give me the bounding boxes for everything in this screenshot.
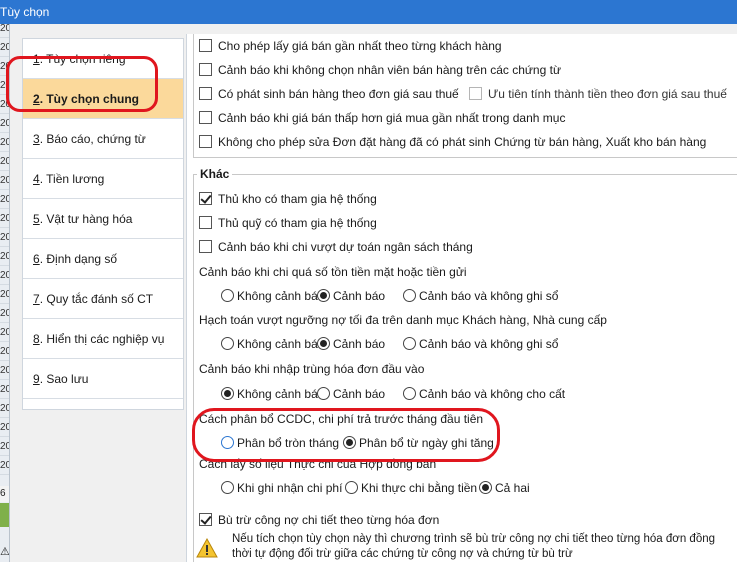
allocation-from-date[interactable]: Phân bổ từ ngày ghi tăng	[343, 434, 494, 452]
radio[interactable]	[221, 289, 234, 302]
nav-item-inventory[interactable]: 5. Vật tư hàng hóa	[23, 199, 183, 239]
allocation-full-month[interactable]: Phân bổ tròn tháng	[221, 434, 339, 452]
radio[interactable]	[317, 337, 330, 350]
warning-icon	[196, 538, 218, 558]
checkbox[interactable]	[199, 87, 212, 100]
background-window-strip: 20 20 20 20 20 20 20 20 20 20 20 20 20 2…	[0, 0, 10, 562]
bg-cell: 20	[0, 228, 9, 247]
invoice-warning-label: Cảnh báo khi nhập trùng hóa đơn đầu vào	[199, 362, 425, 376]
bg-cell: 20	[0, 190, 9, 209]
radio[interactable]	[221, 436, 234, 449]
bg-cell: 20	[0, 456, 9, 475]
debt-warning-warn[interactable]: Cảnh báo	[317, 335, 385, 353]
option-cashier-in-system[interactable]: Thủ quỹ có tham gia hệ thống	[199, 214, 377, 232]
cash-warning-block[interactable]: Cảnh báo và không ghi sổ	[403, 287, 558, 305]
bg-cell: 20	[0, 418, 9, 437]
checkbox[interactable]	[199, 63, 212, 76]
debt-warning-label: Hạch toán vượt ngưỡng nợ tối đa trên dan…	[199, 313, 607, 327]
radio[interactable]	[403, 337, 416, 350]
option-storekeeper-in-system[interactable]: Thủ kho có tham gia hệ thống	[199, 190, 377, 208]
radio[interactable]	[221, 481, 234, 494]
nav-item-personal[interactable]: 1. Tùy chọn riêng	[23, 39, 183, 79]
radio[interactable]	[317, 289, 330, 302]
bg-cell: 20	[0, 171, 9, 190]
nav-item-reports[interactable]: 3. Báo cáo, chứng từ	[23, 119, 183, 159]
bg-cell: 20	[0, 38, 9, 57]
contract-on-expense[interactable]: Khi ghi nhận chi phí	[221, 479, 342, 497]
options-dialog: 1. Tùy chọn riêng 2. Tùy chọn chung 3. B…	[6, 24, 737, 562]
checkbox[interactable]	[199, 192, 212, 205]
other-group-title: Khác	[197, 167, 233, 181]
checkbox[interactable]	[199, 513, 212, 526]
dialog-titlebar[interactable]: Tùy chọn	[0, 0, 737, 24]
bg-page-number: 6	[0, 486, 9, 502]
bg-cell: 20	[0, 247, 9, 266]
checkbox[interactable]	[199, 111, 212, 124]
bg-cell: 20	[0, 209, 9, 228]
cash-warning-warn[interactable]: Cảnh báo	[317, 287, 385, 305]
contract-on-cash[interactable]: Khi thực chi bằng tiền	[345, 479, 477, 497]
invoice-warning-warn[interactable]: Cảnh báo	[317, 385, 385, 403]
option-warn-no-salesperson[interactable]: Cảnh báo khi không chọn nhân viên bán hà…	[199, 61, 561, 79]
radio[interactable]	[221, 337, 234, 350]
bg-cell: 20	[0, 57, 9, 76]
dialog-title: Tùy chọn	[0, 5, 50, 19]
debt-warning-none[interactable]: Không cảnh báo	[221, 335, 324, 353]
invoice-warning-block[interactable]: Cảnh báo và không cho cất	[403, 385, 565, 403]
option-warn-price-below-purchase[interactable]: Cảnh báo khi giá bán thấp hơn giá mua gầ…	[199, 109, 565, 127]
bg-green-button[interactable]	[0, 503, 9, 527]
bg-cell: 20	[0, 133, 9, 152]
bg-cell: 20	[0, 380, 9, 399]
offset-note: Nếu tích chọn tùy chọn này thì chương tr…	[232, 533, 716, 560]
radio[interactable]	[345, 481, 358, 494]
nav-item-number-format[interactable]: 6. Định dạng số	[23, 239, 183, 279]
nav-item-numbering-rules[interactable]: 7. Quy tắc đánh số CT	[23, 279, 183, 319]
bg-warning-icon: ⚠	[0, 546, 10, 558]
bg-cell: 20	[0, 323, 9, 342]
bg-cell: 20	[0, 342, 9, 361]
bg-cell: 20	[0, 114, 9, 133]
checkbox[interactable]	[469, 87, 482, 100]
bg-cell: 20	[0, 266, 9, 285]
debt-warning-block[interactable]: Cảnh báo và không ghi sổ	[403, 335, 558, 353]
cash-warning-label: Cảnh báo khi chi quá số tồn tiền mặt hoặ…	[199, 265, 467, 279]
radio[interactable]	[221, 387, 234, 400]
checkbox[interactable]	[199, 240, 212, 253]
option-sales-after-tax-price[interactable]: Có phát sinh bán hàng theo đơn giá sau t…	[199, 85, 459, 103]
radio[interactable]	[403, 289, 416, 302]
bg-cell: 20	[0, 76, 9, 95]
allocation-label: Cách phân bổ CCDC, chi phí trả trước thá…	[199, 412, 484, 426]
nav-item-salary[interactable]: 4. Tiền lương	[23, 159, 183, 199]
options-nav: 1. Tùy chọn riêng 2. Tùy chọn chung 3. B…	[22, 38, 184, 410]
radio[interactable]	[479, 481, 492, 494]
cash-warning-none[interactable]: Không cảnh báo	[221, 287, 324, 305]
bg-cell: 20	[0, 95, 9, 114]
option-offset-by-invoice[interactable]: Bù trừ công nợ chi tiết theo từng hóa đơ…	[199, 511, 439, 529]
checkbox[interactable]	[199, 216, 212, 229]
option-latest-price-per-customer[interactable]: Cho phép lấy giá bán gần nhất theo từng …	[199, 37, 502, 55]
nav-item-backup[interactable]: 9. Sao lưu	[23, 359, 183, 399]
option-priority-amount-after-tax[interactable]: Ưu tiên tính thành tiền theo đơn giá sau…	[469, 85, 727, 103]
bg-cell: 20	[0, 285, 9, 304]
radio[interactable]	[317, 387, 330, 400]
bg-cell: 20	[0, 399, 9, 418]
bg-cell: 20	[0, 152, 9, 171]
bg-cell: 20	[0, 437, 9, 456]
nav-item-general[interactable]: 2. Tùy chọn chung	[23, 79, 183, 119]
radio[interactable]	[343, 436, 356, 449]
contract-both[interactable]: Cả hai	[479, 479, 530, 497]
options-content-panel: Cho phép lấy giá bán gần nhất theo từng …	[186, 34, 737, 562]
invoice-warning-none[interactable]: Không cảnh báo	[221, 385, 324, 403]
option-warn-over-budget[interactable]: Cảnh báo khi chi vượt dự toán ngân sách …	[199, 238, 473, 256]
option-lock-sales-order-edit[interactable]: Không cho phép sửa Đơn đặt hàng đã có ph…	[199, 133, 706, 151]
checkbox[interactable]	[199, 39, 212, 52]
radio[interactable]	[403, 387, 416, 400]
contract-label: Cách lấy số liệu Thực chi của Hợp đồng b…	[199, 457, 437, 471]
bg-cell: 20	[0, 304, 9, 323]
bg-cell: 20	[0, 361, 9, 380]
checkbox[interactable]	[199, 135, 212, 148]
nav-item-display-operations[interactable]: 8. Hiển thị các nghiệp vụ	[23, 319, 183, 359]
